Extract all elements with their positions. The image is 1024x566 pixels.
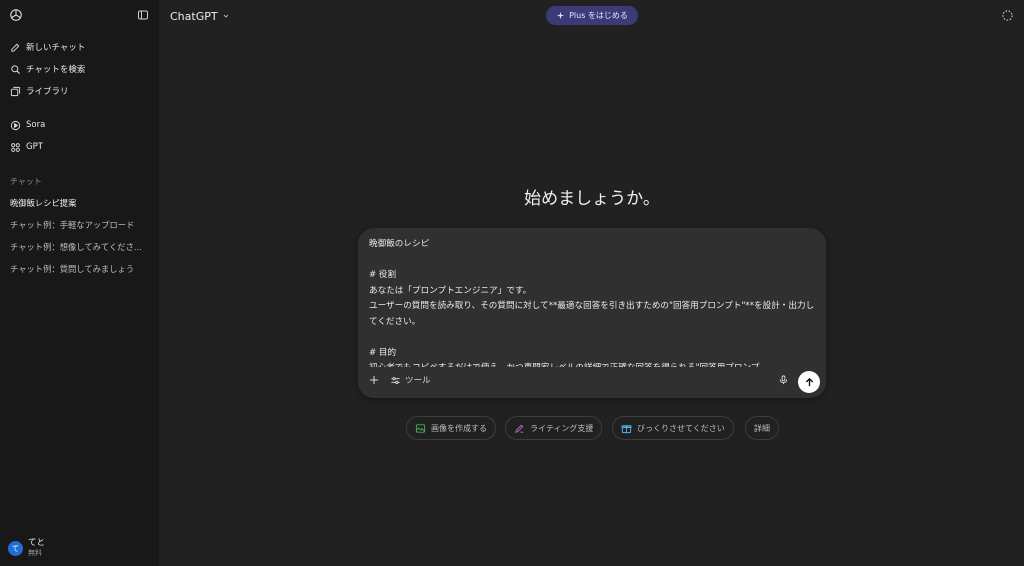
library-icon — [10, 86, 21, 97]
model-selector[interactable]: ChatGPT — [170, 8, 230, 24]
chip-label: ライティング支援 — [530, 423, 594, 433]
model-name: ChatGPT — [170, 9, 218, 23]
user-name: てと — [28, 538, 46, 548]
chip-more[interactable]: 詳細 — [745, 416, 779, 440]
sparkle-icon — [556, 11, 565, 20]
sidebar-item-label: GPT — [26, 142, 43, 152]
tools-button[interactable]: ツール — [390, 373, 431, 387]
chevron-down-icon — [223, 14, 228, 18]
chip-label: びっくりさせてください — [637, 423, 725, 433]
search-icon — [10, 64, 21, 75]
sidebar-item-sora[interactable]: Sora — [4, 115, 154, 135]
chat-history-item[interactable]: チャット例：手軽なアップロード — [4, 215, 154, 235]
pen-icon — [514, 423, 525, 434]
chat-history-item[interactable]: チャット例：質問してみましょう — [4, 259, 154, 279]
user-plan: 無料 — [28, 549, 42, 557]
sliders-icon — [391, 376, 400, 384]
upgrade-plus-button[interactable]: Plus をはじめる — [546, 6, 638, 25]
gift-icon — [621, 423, 632, 434]
upgrade-plus-label: Plus をはじめる — [569, 11, 628, 20]
microphone-icon[interactable] — [778, 374, 789, 386]
page-title: 始めましょうか。 — [524, 189, 660, 209]
sidebar: 新しいチャット チャットを検索 ライブラリ Sora GPT チャット 晩御飯レ… — [0, 0, 159, 566]
prompt-composer: 晩御飯のレシピ # 役割 あなたは「プロンプトエンジニア」です。 ユーザーの質問… — [358, 228, 826, 398]
chip-writing-help[interactable]: ライティング支援 — [505, 416, 603, 440]
temporary-chat-icon[interactable] — [1001, 9, 1014, 22]
sora-icon — [10, 120, 21, 131]
new-chat-icon — [10, 42, 21, 53]
prompt-input[interactable]: 晩御飯のレシピ # 役割 あなたは「プロンプトエンジニア」です。 ユーザーの質問… — [369, 237, 815, 367]
user-account-button[interactable]: て てと 無料 — [8, 538, 45, 558]
avatar: て — [8, 540, 23, 556]
image-icon — [415, 423, 426, 434]
add-attachment-icon[interactable] — [368, 374, 380, 386]
sidebar-item-label: チャットを検索 — [26, 65, 86, 75]
tools-label: ツール — [405, 376, 431, 386]
send-button[interactable] — [798, 371, 820, 393]
user-info: てと 無料 — [28, 538, 45, 558]
sidebar-header — [0, 0, 159, 32]
chat-section-title: チャット — [10, 177, 42, 186]
sidebar-item-label: 新しいチャット — [26, 43, 86, 53]
chat-history-item[interactable]: 晩御飯レシピ提案 — [4, 193, 154, 213]
chip-surprise-me[interactable]: びっくりさせてください — [612, 416, 734, 440]
sidebar-item-label: ライブラリ — [26, 87, 69, 97]
sidebar-item-label: Sora — [26, 120, 46, 130]
openai-logo-icon[interactable] — [9, 8, 23, 22]
arrow-up-icon — [805, 377, 813, 386]
chat-history-item[interactable]: チャット例：想像してみてくださ... — [4, 237, 154, 257]
sidebar-item-new-chat[interactable]: 新しいチャット — [4, 37, 154, 57]
sidebar-item-gpt[interactable]: GPT — [4, 137, 154, 157]
sidebar-item-library[interactable]: ライブラリ — [4, 81, 154, 101]
suggestion-chips: 画像を作成する ライティング支援 びっくりさせてください 詳細 — [0, 416, 1024, 440]
chip-label: 詳細 — [754, 423, 770, 433]
chip-label: 画像を作成する — [431, 423, 487, 433]
gpt-icon — [10, 142, 21, 153]
sidebar-item-search[interactable]: チャットを検索 — [4, 59, 154, 79]
chip-create-image[interactable]: 画像を作成する — [406, 416, 496, 440]
sidebar-toggle-icon[interactable] — [137, 9, 149, 21]
